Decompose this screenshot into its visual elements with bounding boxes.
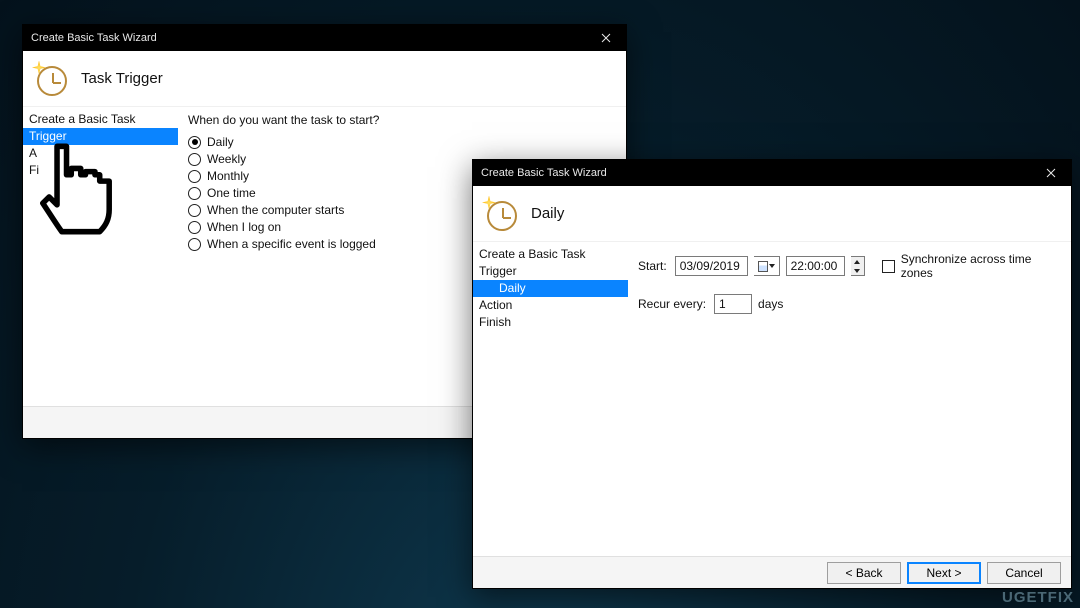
wizard-steps-sidebar: Create a Basic Task Trigger A Fi: [23, 107, 178, 406]
titlebar[interactable]: Create Basic Task Wizard: [23, 25, 626, 51]
start-time-field[interactable]: 22:00:00: [786, 256, 846, 276]
time-spinner[interactable]: [851, 256, 864, 276]
chevron-down-icon: [769, 264, 775, 268]
radio-label: When I log on: [207, 220, 281, 234]
close-icon: [601, 33, 611, 43]
radio-icon: [188, 136, 201, 149]
watermark: UGETFIX: [1002, 589, 1074, 606]
arrow-down-icon: [854, 269, 860, 273]
sidebar-item-finish-obscured[interactable]: Fi: [23, 162, 178, 179]
window-title: Create Basic Task Wizard: [31, 32, 157, 44]
radio-label: Daily: [207, 135, 234, 149]
wizard-window-daily: Create Basic Task Wizard Daily Create a …: [472, 159, 1072, 589]
sidebar-item-trigger[interactable]: Trigger: [473, 263, 628, 280]
window-title: Create Basic Task Wizard: [481, 167, 607, 179]
radio-icon: [188, 153, 201, 166]
radio-label: When the computer starts: [207, 203, 344, 217]
sidebar-item-finish[interactable]: Finish: [473, 314, 628, 331]
page-title: Daily: [531, 205, 564, 222]
titlebar[interactable]: Create Basic Task Wizard: [473, 160, 1071, 186]
radio-icon: [188, 170, 201, 183]
radio-label: Weekly: [207, 152, 246, 166]
close-icon: [1046, 168, 1056, 178]
sidebar-item-action-obscured[interactable]: A: [23, 145, 178, 162]
radio-icon: [188, 238, 201, 251]
radio-icon: [188, 204, 201, 217]
page-title: Task Trigger: [81, 70, 163, 87]
radio-icon: [188, 221, 201, 234]
next-button[interactable]: Next >: [907, 562, 981, 584]
wizard-steps-sidebar: Create a Basic Task Trigger Daily Action…: [473, 242, 628, 556]
prompt-text: When do you want the task to start?: [188, 113, 614, 127]
date-picker-button[interactable]: [754, 256, 780, 276]
calendar-icon: [758, 261, 768, 272]
radio-label: When a specific event is logged: [207, 237, 376, 251]
sync-timezones-label: Synchronize across time zones: [901, 252, 1059, 280]
radio-label: One time: [207, 186, 256, 200]
wizard-header: Task Trigger: [23, 51, 626, 107]
sidebar-item-create[interactable]: Create a Basic Task: [473, 246, 628, 263]
radio-label: Monthly: [207, 169, 249, 183]
cancel-button[interactable]: Cancel: [987, 562, 1061, 584]
close-button[interactable]: [1031, 160, 1071, 186]
recur-label: Recur every:: [638, 297, 706, 311]
start-date-field[interactable]: 03/09/2019: [675, 256, 748, 276]
task-clock-icon: [483, 197, 517, 231]
days-label: days: [758, 297, 783, 311]
back-button[interactable]: < Back: [827, 562, 901, 584]
sidebar-item-action[interactable]: Action: [473, 297, 628, 314]
close-button[interactable]: [586, 25, 626, 51]
sidebar-item-create[interactable]: Create a Basic Task: [23, 111, 178, 128]
daily-settings-panel: Start: 03/09/2019 22:00:00 Synchronize: [628, 242, 1071, 556]
sync-timezones-checkbox[interactable]: [882, 260, 894, 273]
radio-icon: [188, 187, 201, 200]
wizard-header: Daily: [473, 186, 1071, 242]
radio-daily[interactable]: Daily: [188, 135, 614, 149]
arrow-up-icon: [854, 260, 860, 264]
wizard-footer: < Back Next > Cancel: [473, 556, 1071, 588]
start-label: Start:: [638, 259, 667, 273]
recur-every-field[interactable]: 1: [714, 294, 752, 314]
sidebar-item-daily[interactable]: Daily: [473, 280, 628, 297]
task-clock-icon: [33, 62, 67, 96]
sidebar-item-trigger[interactable]: Trigger: [23, 128, 178, 145]
